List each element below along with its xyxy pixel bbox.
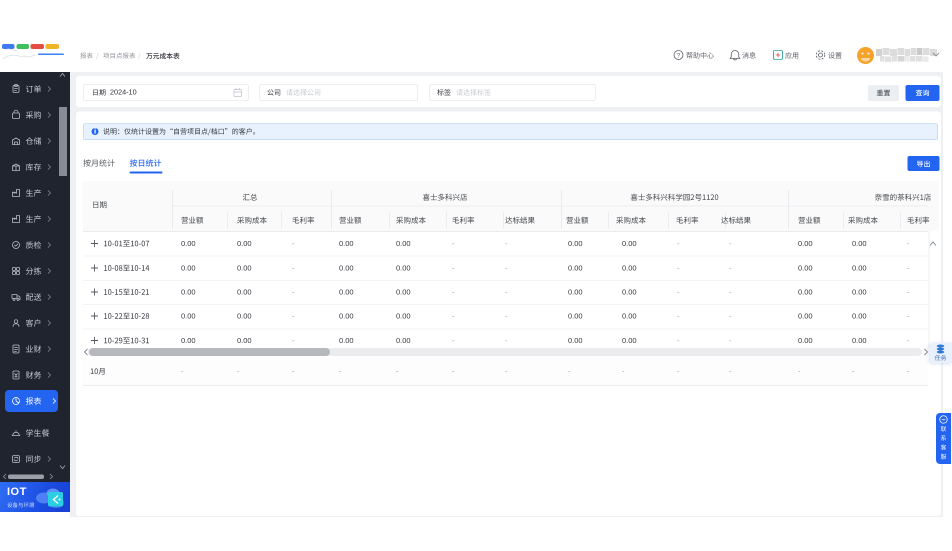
- svg-text:?: ?: [677, 54, 681, 60]
